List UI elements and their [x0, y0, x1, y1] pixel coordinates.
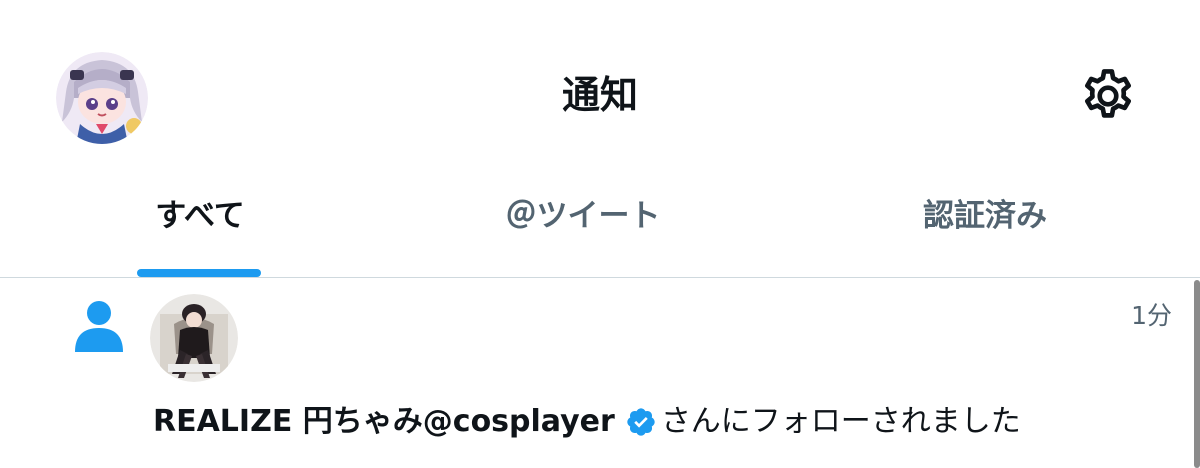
- follower-name[interactable]: REALIZE 円ちゃみ@cosplayer: [153, 402, 615, 442]
- page-title: 通知: [561, 73, 638, 117]
- follower-avatar[interactable]: [150, 294, 238, 382]
- tab-label: 認証済み: [923, 198, 1047, 234]
- tab-label: ＠ツイート: [505, 198, 661, 234]
- timestamp: 1分: [1131, 301, 1172, 330]
- notification-action-text: さんにフォローされました: [660, 404, 1021, 439]
- notification-tabs: すべて ＠ツイート 認証済み: [0, 180, 1200, 278]
- notification-text: REALIZE 円ちゃみ@cosplayer さんにフォローされました: [153, 402, 1021, 442]
- verified-badge-icon: [627, 408, 655, 436]
- settings-button[interactable]: [1074, 62, 1142, 130]
- tab-mentions[interactable]: ＠ツイート: [400, 180, 766, 277]
- active-tab-indicator: [137, 269, 261, 277]
- gear-icon: [1085, 69, 1131, 118]
- tab-label: すべて: [155, 198, 245, 234]
- person-follow-icon: [75, 301, 123, 352]
- header: 通知: [0, 0, 1200, 180]
- user-avatar[interactable]: [56, 52, 148, 144]
- scrollbar[interactable]: [1194, 280, 1200, 468]
- tab-all[interactable]: すべて: [0, 180, 400, 277]
- notification-item[interactable]: 1分 REALIZE 円ちゃみ@cosplayer さんにフォローされました: [0, 278, 1200, 468]
- tab-verified[interactable]: 認証済み: [800, 180, 1170, 277]
